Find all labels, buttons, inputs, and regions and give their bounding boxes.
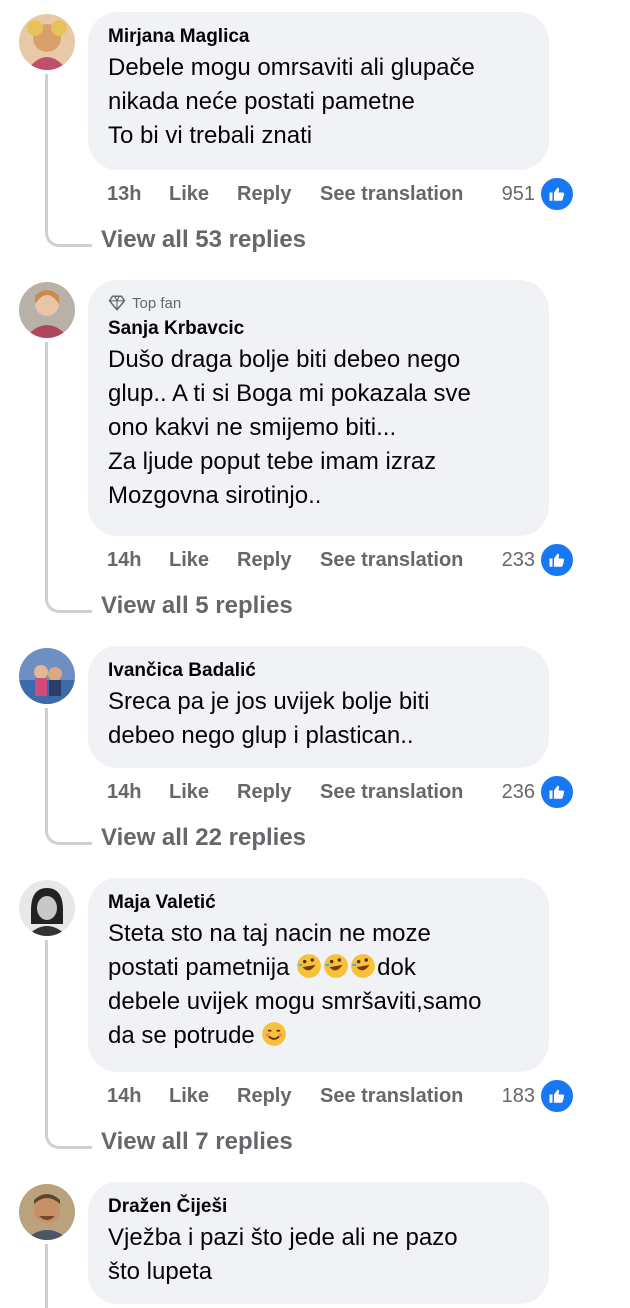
avatar[interactable] — [19, 880, 75, 936]
reply-button[interactable]: Reply — [237, 549, 320, 572]
top-fan-label: Top fan — [132, 294, 182, 312]
text-line: debele uvijek mogu smršaviti,samo — [108, 988, 482, 1015]
reply-button[interactable]: Reply — [237, 1085, 320, 1108]
diamond-icon — [108, 295, 126, 311]
comment-actions: 14h Like Reply See translation 236 — [107, 774, 575, 810]
comment-actions: 14h Like Reply See translation 233 — [107, 542, 575, 578]
thread-line — [45, 342, 48, 590]
text-line: Steta sto na taj nacin ne moze — [108, 920, 431, 947]
comment-text: Vježba i pazi što jede ali ne pazo što l… — [108, 1224, 458, 1285]
timestamp[interactable]: 14h — [107, 781, 169, 804]
reply-connector — [45, 820, 92, 845]
text-line: da se potrude — [108, 1022, 255, 1049]
comment-author[interactable]: Maja Valetić — [108, 892, 529, 914]
timestamp[interactable]: 13h — [107, 183, 169, 206]
reply-button[interactable]: Reply — [237, 183, 320, 206]
thumbs-up-icon[interactable] — [539, 542, 575, 578]
see-translation-link[interactable]: See translation — [320, 183, 502, 206]
timestamp[interactable]: 14h — [107, 1085, 169, 1108]
reply-connector — [45, 588, 92, 613]
like-button[interactable]: Like — [169, 183, 237, 206]
thread-line — [45, 708, 48, 822]
see-translation-link[interactable]: See translation — [320, 549, 502, 572]
reaction-count[interactable]: 951 — [502, 183, 535, 206]
comment-author[interactable]: Sanja Krbavcic — [108, 318, 529, 340]
comment-actions: 13h Like Reply See translation 951 — [107, 176, 575, 212]
comment-text: Dušo draga bolje biti debeo nego glup.. … — [108, 346, 471, 509]
view-replies-link[interactable]: View all 22 replies — [101, 822, 306, 854]
comment-author[interactable]: Mirjana Maglica — [108, 26, 529, 48]
comment-author[interactable]: Ivančica Badalić — [108, 660, 529, 682]
comment-actions: 14h Like Reply See translation 183 — [107, 1078, 575, 1114]
comment-author[interactable]: Dražen Čiješi — [108, 1196, 529, 1218]
comment-text: Steta sto na taj nacin ne moze postati pa… — [108, 917, 529, 1053]
avatar[interactable] — [19, 282, 75, 338]
like-button[interactable]: Like — [169, 549, 237, 572]
avatar[interactable] — [19, 1184, 75, 1240]
reply-connector — [45, 1124, 92, 1149]
thread-line — [45, 74, 48, 224]
see-translation-link[interactable]: See translation — [320, 1085, 502, 1108]
comment-text: Sreca pa je jos uvijek bolje biti debeo … — [108, 688, 430, 749]
view-replies-link[interactable]: View all 7 replies — [101, 1126, 293, 1158]
reaction-count[interactable]: 183 — [502, 1085, 535, 1108]
text-line: dok — [377, 954, 416, 981]
thumbs-up-icon[interactable] — [539, 1078, 575, 1114]
reply-button[interactable]: Reply — [237, 781, 320, 804]
thumbs-up-icon[interactable] — [539, 176, 575, 212]
comment-bubble: Mirjana Maglica Debele mogu omrsaviti al… — [88, 12, 549, 170]
reaction-count[interactable]: 233 — [502, 549, 535, 572]
timestamp[interactable]: 14h — [107, 549, 169, 572]
see-translation-link[interactable]: See translation — [320, 781, 502, 804]
comment-text: Debele mogu omrsaviti ali glupače nikada… — [108, 54, 475, 149]
thread-line — [45, 940, 48, 1126]
thumbs-up-icon[interactable] — [539, 774, 575, 810]
thread-line — [45, 1244, 48, 1308]
text-line: postati pametnija — [108, 954, 290, 981]
avatar[interactable] — [19, 14, 75, 70]
rofl-emoji — [296, 954, 377, 981]
comment-bubble: Top fan Sanja Krbavcic Dušo draga bolje … — [88, 280, 549, 536]
view-replies-link[interactable]: View all 5 replies — [101, 590, 293, 622]
smiling-emoji — [261, 1022, 288, 1049]
reply-connector — [45, 222, 92, 247]
view-replies-link[interactable]: View all 53 replies — [101, 224, 306, 256]
comment-bubble: Dražen Čiješi Vježba i pazi što jede ali… — [88, 1182, 549, 1304]
top-fan-badge: Top fan — [108, 294, 529, 312]
avatar[interactable] — [19, 648, 75, 704]
reaction-count[interactable]: 236 — [502, 781, 535, 804]
comment-bubble: Maja Valetić Steta sto na taj nacin ne m… — [88, 878, 549, 1072]
like-button[interactable]: Like — [169, 781, 237, 804]
like-button[interactable]: Like — [169, 1085, 237, 1108]
comment-bubble: Ivančica Badalić Sreca pa je jos uvijek … — [88, 646, 549, 768]
